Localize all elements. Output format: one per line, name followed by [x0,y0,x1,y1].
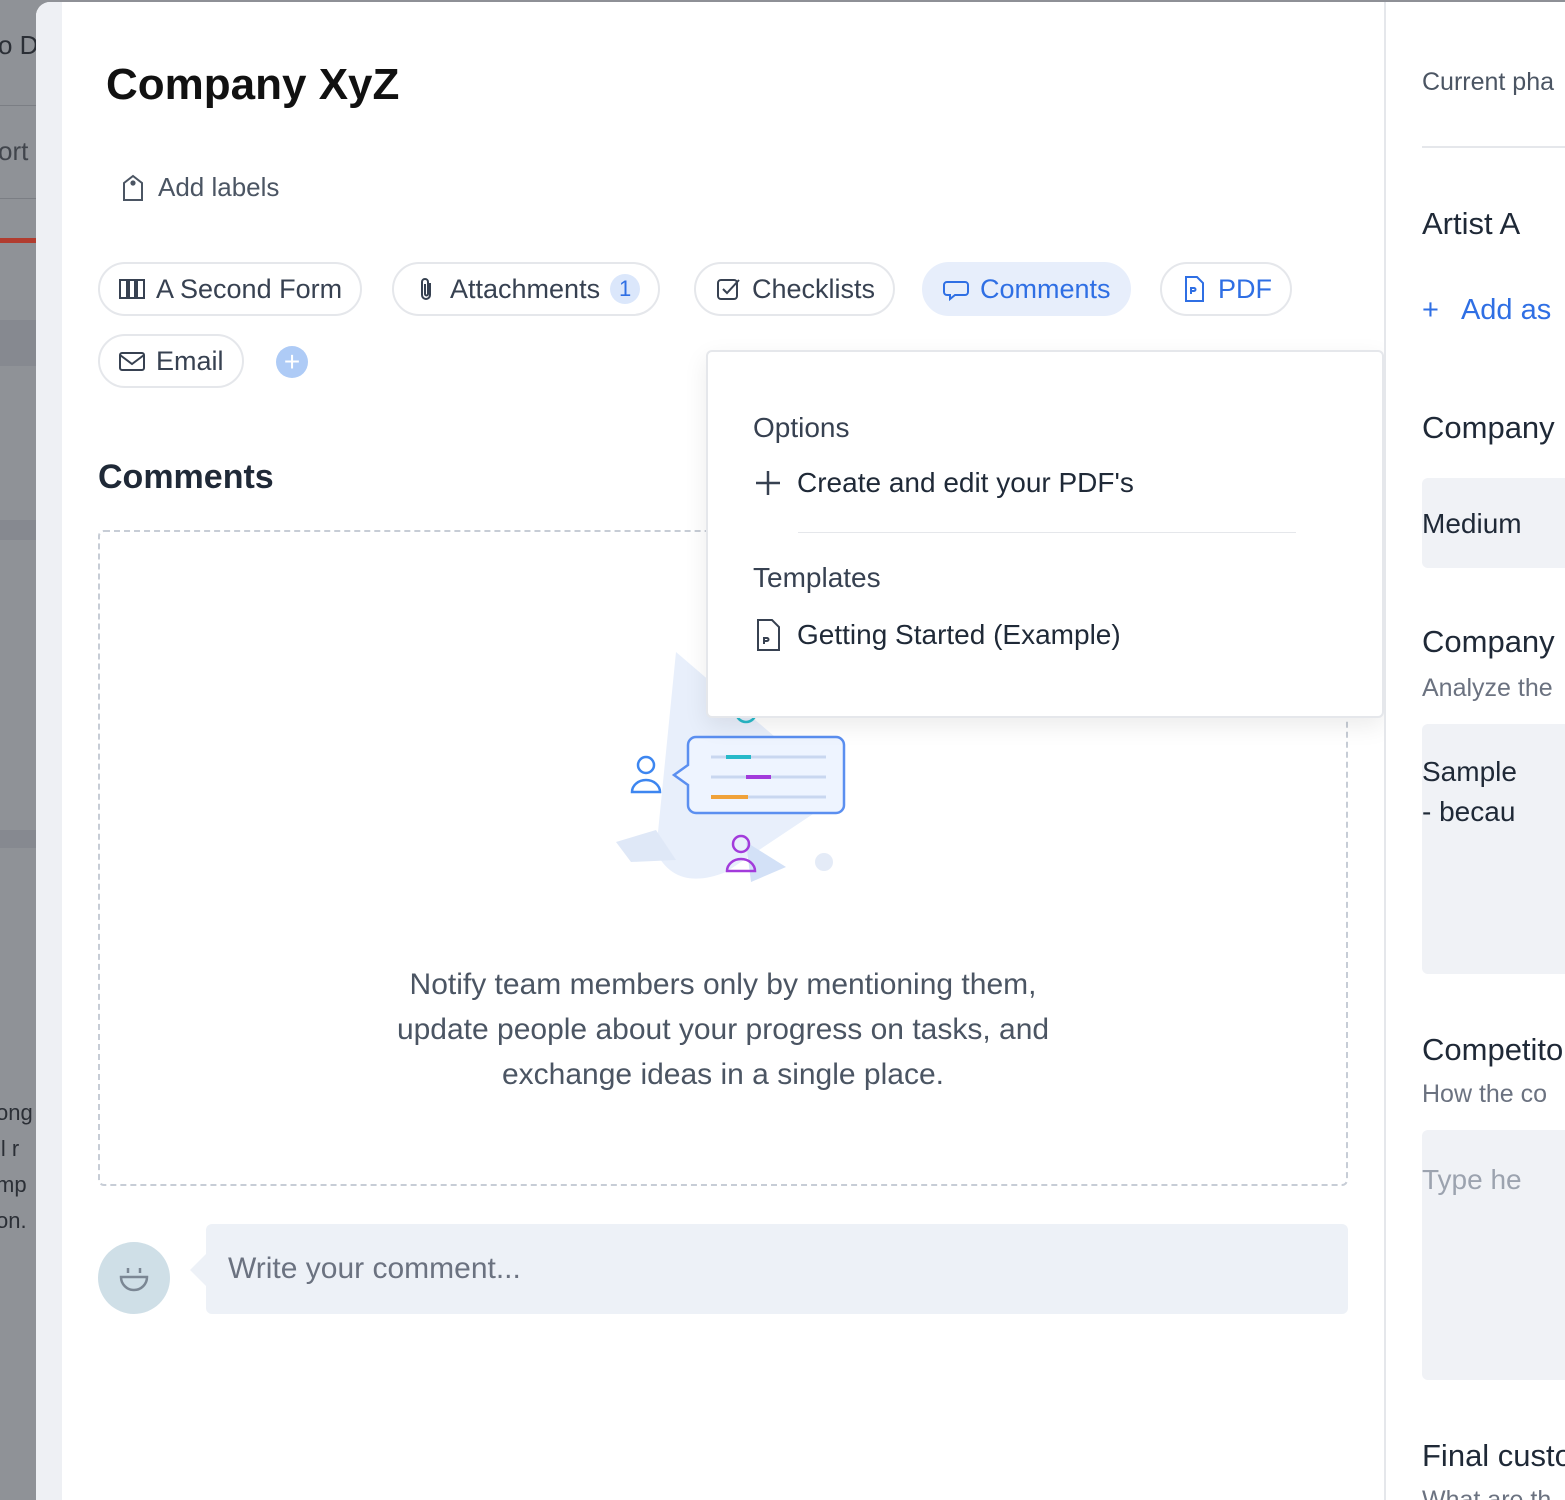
add-tab-button[interactable]: + [276,346,308,378]
field-description: Analyze the [1422,674,1553,702]
tab-comments[interactable]: Comments [922,262,1131,316]
background-app-title: o D [0,30,39,60]
background-app-text: ort [0,136,29,166]
tab-label: A Second Form [156,273,343,304]
background-text-line: mp [0,1172,27,1197]
add-assignee-label: Add as [1460,294,1552,326]
dropdown-divider [798,532,1296,533]
field-description: What are th [1422,1486,1552,1500]
paperclip-icon [421,278,431,300]
card-title[interactable]: Company XyZ [106,60,399,110]
comment-composer [98,1224,1348,1314]
background-text-line: on. [0,1208,27,1233]
add-assignee-button[interactable]: + Add as [1422,294,1551,327]
add-labels-label: Add labels [158,172,280,202]
add-labels-button[interactable]: Add labels [120,172,279,203]
menu-item-label: Getting Started (Example) [797,619,1121,650]
comment-input[interactable] [206,1224,1348,1314]
create-pdf-menu-item[interactable]: Create and edit your PDF's [753,466,1134,500]
plus-icon: + [1422,294,1439,326]
comment-input-tail [190,1254,206,1286]
right-panel-divider [1422,146,1565,148]
tab-label: Email [156,345,224,376]
field-description: How the co [1422,1080,1548,1108]
dropdown-options-label: Options [753,412,850,443]
form-icon [119,279,145,299]
tag-icon [123,174,143,201]
field-placeholder: Type he [1422,1164,1522,1195]
pdf-dropdown-menu: Options Create and edit your PDF's Templ… [706,350,1384,718]
field-label: Competito [1422,1032,1564,1067]
dropdown-templates-label: Templates [753,562,881,593]
background-text-line: ong [0,1100,33,1125]
email-icon [119,352,145,371]
pdf-icon [1185,276,1204,302]
tab-email[interactable]: Email [98,334,244,388]
tab-label: Checklists [752,273,876,304]
template-menu-item[interactable]: Getting Started (Example) [753,618,1121,652]
right-panel: Current pha Artist A + Add as Company Med… [1384,2,1565,1500]
plus-icon [756,471,780,495]
tab-attachments[interactable]: Attachments 1 [392,262,661,316]
empty-text-line: update people about your progress on tas… [396,1013,1050,1046]
current-phase-label: Current pha [1422,68,1555,96]
checklist-icon [717,279,740,300]
attachments-count-badge: 1 [610,274,641,304]
comment-icon [943,281,969,302]
field-value: Sample [1422,756,1517,787]
tab-pdf[interactable]: PDF [1160,262,1292,316]
document-icon [757,619,780,651]
field-label: Final custo [1422,1438,1565,1473]
tab-label: Comments [980,273,1111,304]
background-active-indicator [0,238,40,243]
modal-left-strip [36,2,62,1500]
tab-checklists[interactable]: Checklists [694,262,896,316]
avatar[interactable] [98,1242,170,1314]
plus-circle-icon: + [283,346,301,377]
comments-section-title: Comments [98,458,274,496]
menu-item-label: Create and edit your PDF's [797,467,1134,498]
field-value: Medium [1422,508,1522,539]
card-modal: Company XyZ Add labels A Second Form Att… [36,2,1565,1500]
smiley-icon [119,1268,149,1292]
comments-empty-text: Notify team members only by mentioning t… [298,962,1148,1097]
tab-label: Attachments [450,273,601,304]
empty-text-line: Notify team members only by mentioning t… [409,968,1037,1001]
assignee-name[interactable]: Artist A [1422,206,1520,242]
field-value: - becau [1422,796,1516,827]
tab-a-second-form[interactable]: A Second Form [98,262,363,316]
field-label: Company [1422,624,1555,659]
empty-text-line: exchange ideas in a single place. [502,1058,944,1091]
background-text-line: ll r [0,1136,20,1161]
field-label: Company [1422,410,1555,445]
tab-label: PDF [1218,273,1272,304]
